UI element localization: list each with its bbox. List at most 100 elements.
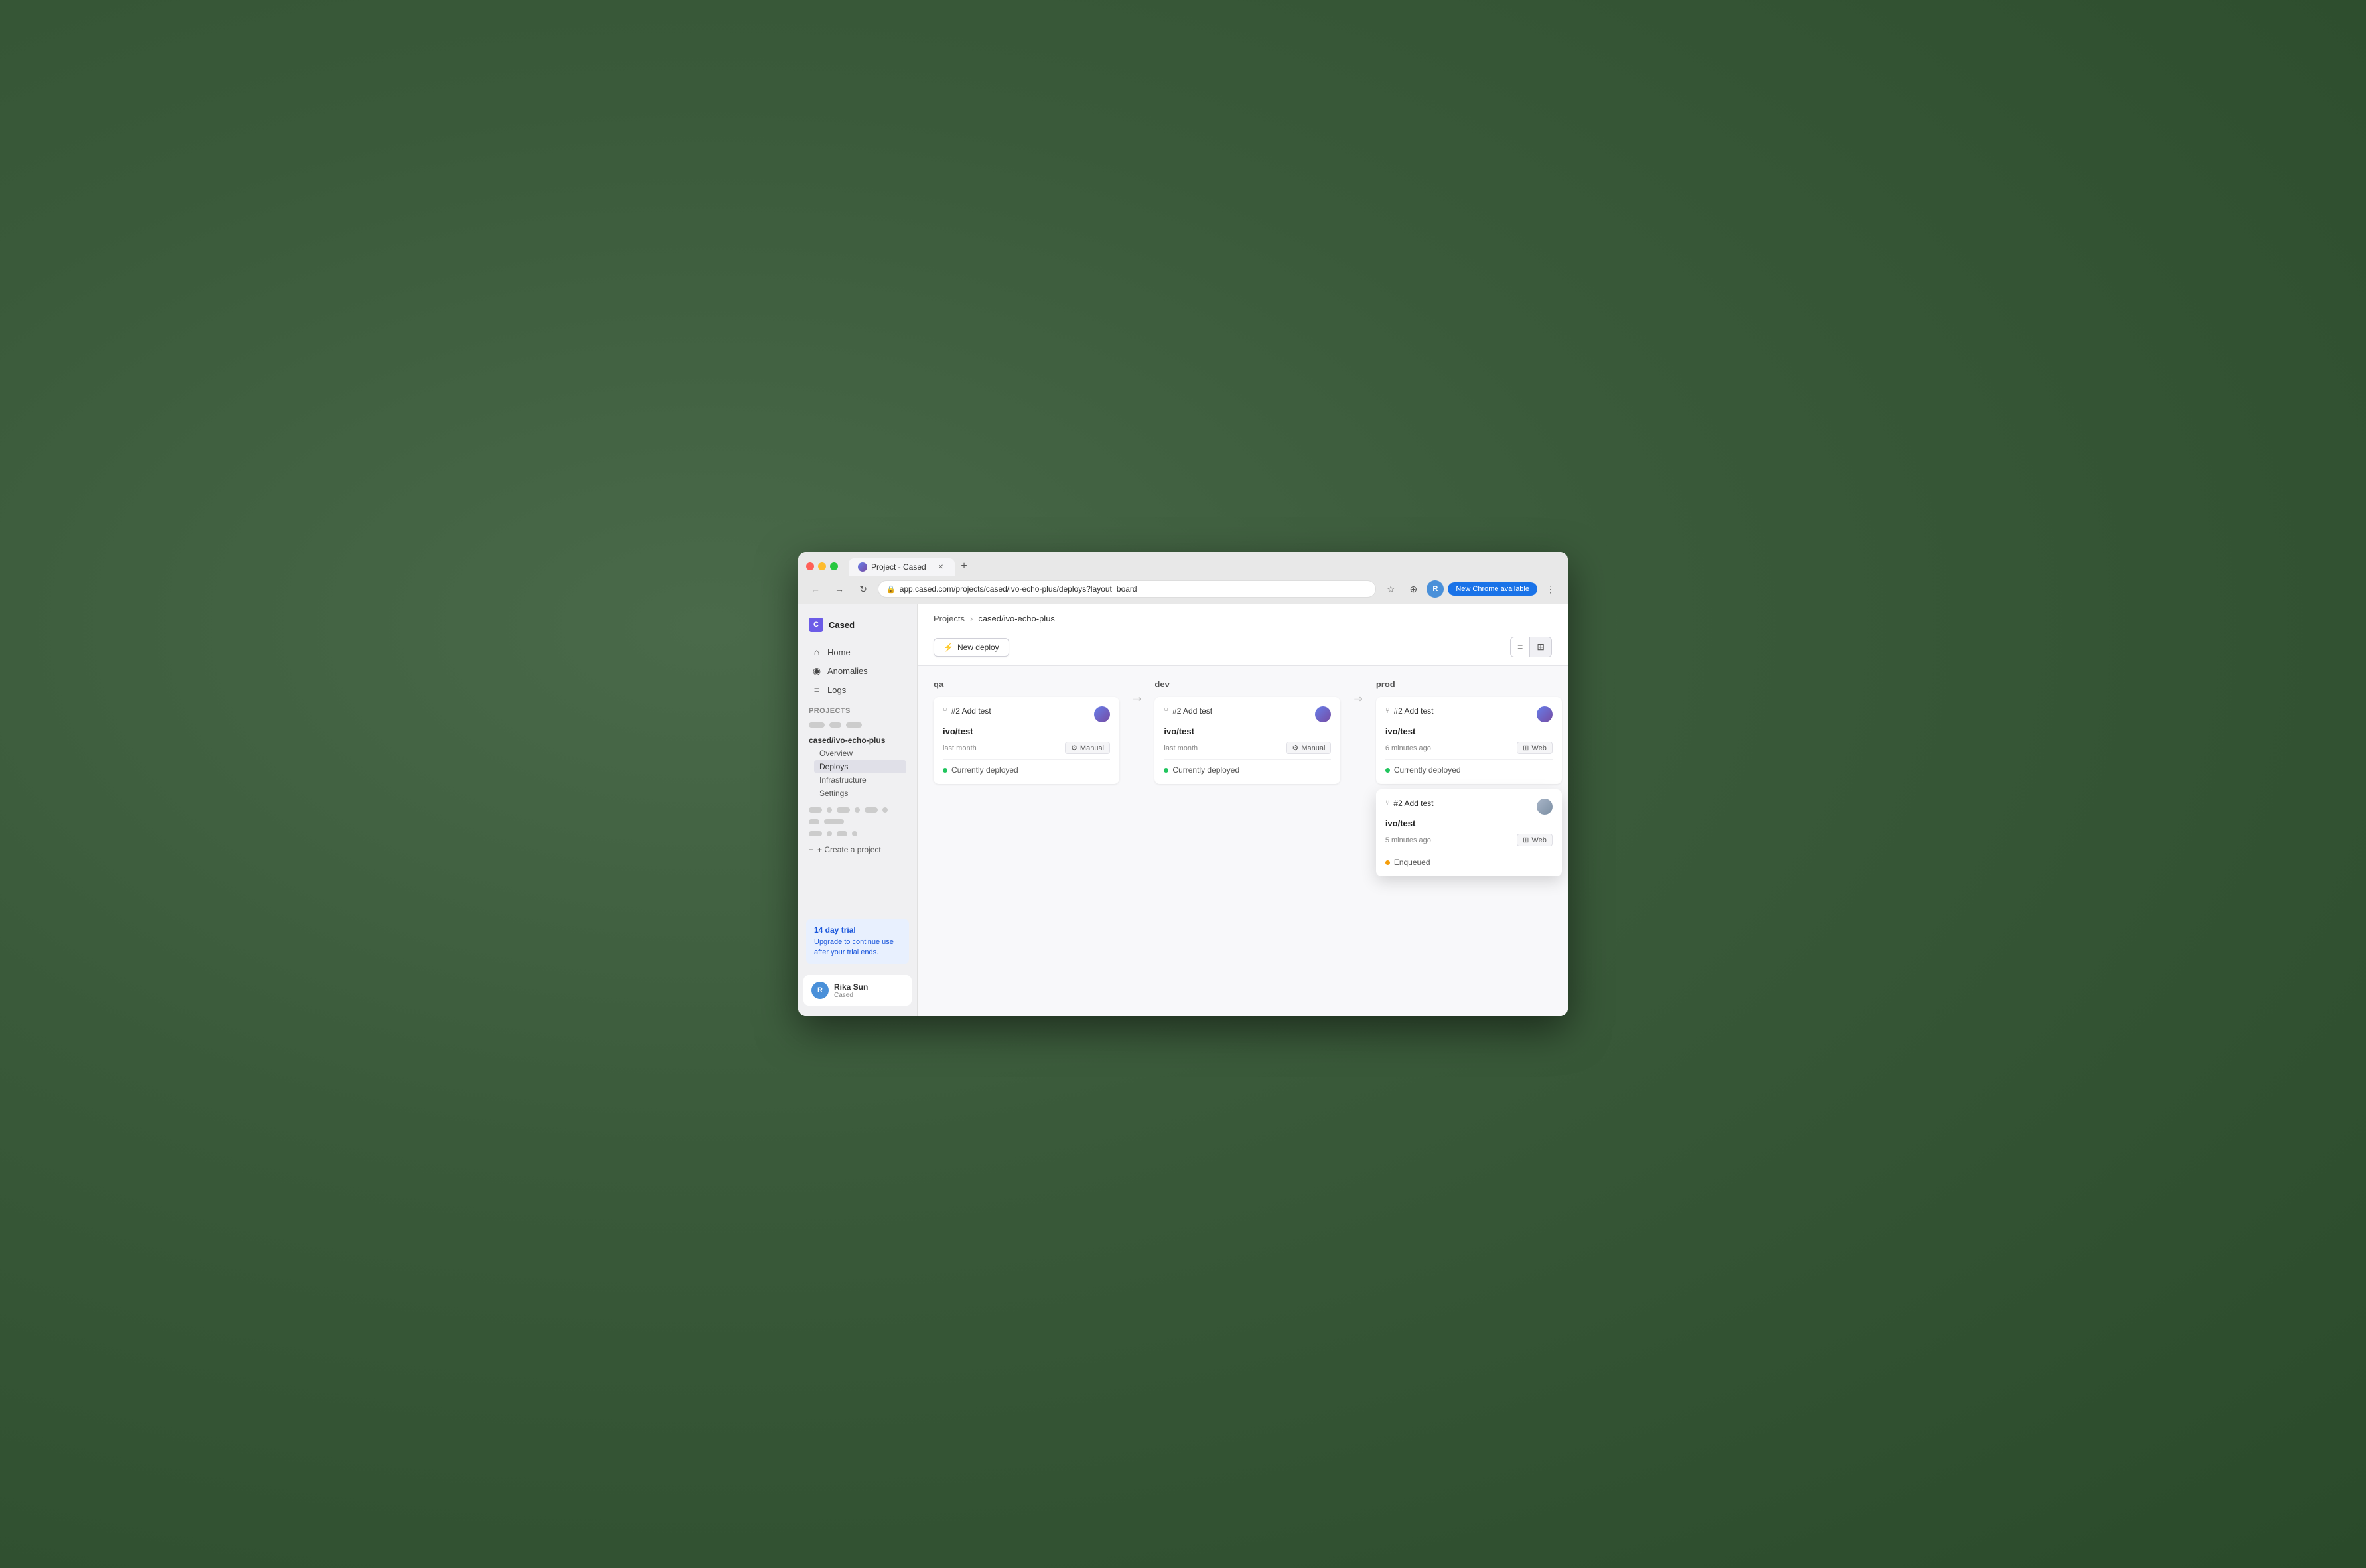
status-dot-qa-1 — [943, 768, 947, 773]
forward-button[interactable]: → — [830, 580, 849, 598]
main-header: Projects › cased/ivo-echo-plus ⚡ New dep… — [918, 604, 1568, 666]
card-badge-dev-1: ⚙ Manual — [1286, 742, 1331, 754]
card-badge-icon-dev-1: ⚙ — [1292, 744, 1298, 752]
deploy-card-dev-1[interactable]: ⑂ #2 Add test ivo/test last month ⚙ — [1154, 697, 1340, 784]
main-content: Projects › cased/ivo-echo-plus ⚡ New dep… — [918, 604, 1568, 1016]
card-footer-prod-2: 5 minutes ago ⊞ Web — [1385, 834, 1553, 846]
board-columns: qa ⑂ #2 Add test ivo/test — [934, 679, 1552, 882]
traffic-light-minimize[interactable] — [818, 562, 826, 570]
sidebar-item-home[interactable]: ⌂ Home — [801, 643, 914, 661]
board-content: qa ⑂ #2 Add test ivo/test — [918, 666, 1568, 1016]
deploy-branch-icon-dev-1: ⑂ — [1164, 707, 1168, 715]
current-project-section: cased/ivo-echo-plus Overview Deploys Inf… — [798, 732, 917, 803]
browser-titlebar: Project - Cased ✕ + — [798, 552, 1568, 576]
user-footer-name: Rika Sun — [834, 982, 904, 992]
trial-box[interactable]: 14 day trial Upgrade to continue use aft… — [806, 919, 909, 964]
sidebar: C Cased ⌂ Home ◉ Anomalies ≡ Logs Projec… — [798, 604, 918, 1016]
trial-description: Upgrade to continue use after your trial… — [814, 937, 901, 958]
sidebar-item-logs[interactable]: ≡ Logs — [801, 681, 914, 699]
sidebar-item-anomalies[interactable]: ◉ Anomalies — [801, 661, 914, 681]
current-project-name[interactable]: cased/ivo-echo-plus — [809, 734, 906, 747]
browser-menu-button[interactable]: ⋮ — [1541, 580, 1560, 598]
new-tab-button[interactable]: + — [955, 557, 973, 576]
card-badge-qa-1: ⚙ Manual — [1065, 742, 1110, 754]
deploy-branch-icon-prod-2: ⑂ — [1385, 799, 1390, 807]
org-name: Cased — [829, 620, 855, 630]
card-branch-prod-2: ivo/test — [1385, 818, 1553, 828]
other-project-row-4 — [809, 829, 906, 838]
user-avatar-button[interactable]: R — [1427, 580, 1444, 598]
board-column-dev: dev ⑂ #2 Add test ivo/test — [1154, 679, 1340, 789]
sub-item-overview[interactable]: Overview — [814, 747, 906, 760]
new-deploy-label: New deploy — [957, 643, 999, 652]
sub-item-infrastructure[interactable]: Infrastructure — [814, 773, 906, 787]
tab-close-button[interactable]: ✕ — [936, 562, 945, 572]
deploy-card-prod-2[interactable]: ⑂ #2 Add test ivo/test 5 minutes ago ⊞ — [1376, 789, 1562, 876]
column-title-qa: qa — [934, 679, 943, 689]
browser-tab[interactable]: Project - Cased ✕ — [849, 558, 955, 576]
card-status-prod-1: Currently deployed — [1385, 759, 1553, 775]
extensions-button[interactable]: ⊕ — [1404, 580, 1423, 598]
sub-item-deploys[interactable]: Deploys — [814, 760, 906, 773]
column-header-prod: prod — [1376, 679, 1562, 689]
blurred-d3 — [837, 831, 847, 836]
deploy-branch-icon-prod-1: ⑂ — [1385, 707, 1390, 715]
tab-title: Project - Cased — [871, 562, 932, 572]
traffic-light-maximize[interactable] — [830, 562, 838, 570]
card-badge-icon-prod-2: ⊞ — [1523, 836, 1529, 844]
chrome-update-button[interactable]: New Chrome available — [1448, 582, 1537, 596]
card-badge-prod-1: ⊞ Web — [1517, 742, 1553, 754]
breadcrumb-projects-link[interactable]: Projects — [934, 614, 965, 623]
blurred-b6 — [882, 807, 888, 813]
main-toolbar: ⚡ New deploy ≡ ⊞ — [934, 630, 1552, 665]
sidebar-org[interactable]: C Cased — [798, 612, 917, 637]
create-project-button[interactable]: + + Create a project — [798, 841, 917, 858]
deploy-card-qa-1[interactable]: ⑂ #2 Add test ivo/test last month ⚙ — [934, 697, 1119, 784]
grid-view-button[interactable]: ⊞ — [1530, 637, 1551, 657]
card-title-row-qa-1: ⑂ #2 Add test — [943, 706, 991, 716]
blurred-b4 — [855, 807, 860, 813]
status-text-prod-2: Enqueued — [1394, 858, 1430, 867]
blurred-c2 — [824, 819, 844, 824]
app-content: C Cased ⌂ Home ◉ Anomalies ≡ Logs Projec… — [798, 604, 1568, 1016]
tab-favicon — [858, 562, 867, 572]
card-badge-icon-prod-1: ⊞ — [1523, 744, 1529, 752]
deploy-branch-icon-qa-1: ⑂ — [943, 707, 947, 715]
breadcrumb-separator: › — [970, 614, 973, 623]
list-view-button[interactable]: ≡ — [1511, 637, 1530, 657]
trial-title: 14 day trial — [814, 925, 901, 935]
card-status-dev-1: Currently deployed — [1164, 759, 1331, 775]
card-footer-prod-1: 6 minutes ago ⊞ Web — [1385, 742, 1553, 754]
status-dot-prod-1 — [1385, 768, 1390, 773]
address-bar[interactable]: 🔒 app.cased.com/projects/cased/ivo-echo-… — [878, 580, 1376, 598]
column-header-dev: dev — [1154, 679, 1340, 689]
card-badge-label-prod-2: Web — [1531, 836, 1546, 844]
sub-item-settings[interactable]: Settings — [814, 787, 906, 800]
status-text-prod-1: Currently deployed — [1394, 765, 1461, 775]
column-header-qa: qa — [934, 679, 1119, 689]
other-project-row-2 — [809, 805, 906, 815]
toolbar-actions: ☆ ⊕ R New Chrome available ⋮ — [1381, 580, 1560, 598]
create-project-icon: + — [809, 845, 813, 854]
other-projects-group — [798, 718, 917, 732]
card-badge-label-dev-1: Manual — [1301, 744, 1325, 752]
new-deploy-button[interactable]: ⚡ New deploy — [934, 638, 1009, 657]
bookmark-button[interactable]: ☆ — [1381, 580, 1400, 598]
refresh-button[interactable]: ↻ — [854, 580, 872, 598]
blurred-b5 — [865, 807, 878, 813]
tabs-bar: Project - Cased ✕ + — [849, 557, 1560, 576]
blurred-dot-2 — [829, 722, 841, 728]
sidebar-item-home-label: Home — [827, 647, 851, 657]
user-footer[interactable]: R Rika Sun Cased — [803, 975, 912, 1006]
back-button[interactable]: ← — [806, 580, 825, 598]
anomalies-icon: ◉ — [811, 665, 822, 677]
view-toggle: ≡ ⊞ — [1510, 637, 1552, 657]
board-column-qa: qa ⑂ #2 Add test ivo/test — [934, 679, 1119, 789]
deploy-card-prod-1[interactable]: ⑂ #2 Add test ivo/test 6 minutes ago ⊞ — [1376, 697, 1562, 784]
traffic-light-close[interactable] — [806, 562, 814, 570]
breadcrumb: Projects › cased/ivo-echo-plus — [934, 614, 1552, 623]
column-arrow-qa-dev: ⇒ — [1133, 679, 1141, 706]
address-text: app.cased.com/projects/cased/ivo-echo-pl… — [900, 584, 1368, 594]
org-avatar: C — [809, 618, 823, 632]
projects-section-label: Projects — [798, 699, 917, 718]
